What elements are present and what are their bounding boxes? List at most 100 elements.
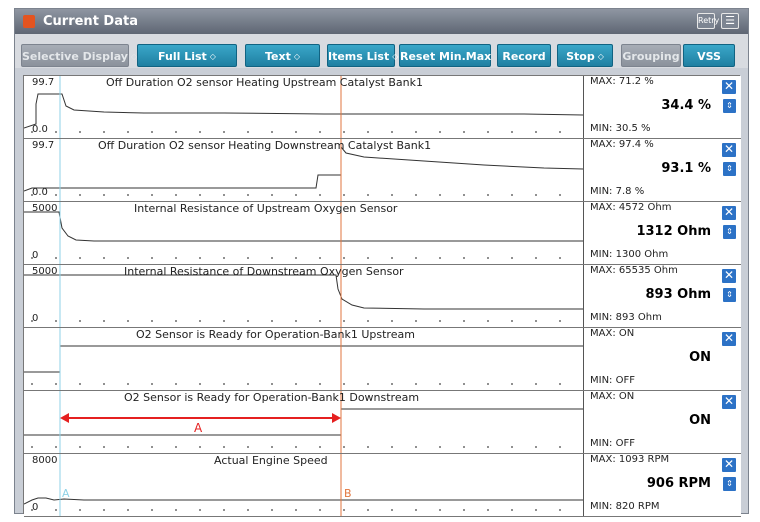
current-value: 906 RPM bbox=[646, 476, 711, 491]
sensor-title: Off Duration O2 sensor Heating Downstrea… bbox=[98, 139, 432, 152]
sensor-graph[interactable]: O2 Sensor is Ready for Operation-Bank1 U… bbox=[24, 328, 583, 390]
sensor-trace bbox=[24, 93, 583, 129]
annotation-arrowhead-right bbox=[332, 413, 341, 423]
sensor-values: MAX: 71.2 % 34.4 % MIN: 30.5 % ✕ ⇕ bbox=[583, 76, 741, 138]
sensor-title: O2 Sensor is Ready for Operation-Bank1 U… bbox=[136, 328, 415, 341]
y-axis-max-label: 5000 bbox=[32, 203, 58, 214]
sensor-graph[interactable]: Actual Engine Speed 8000 0 A B bbox=[24, 454, 583, 516]
max-value: MAX: ON bbox=[590, 391, 635, 402]
scale-adjust-icon[interactable]: ⇕ bbox=[723, 162, 736, 176]
sensor-title: O2 Sensor is Ready for Operation-Bank1 D… bbox=[124, 391, 420, 404]
min-value: MIN: 30.5 % bbox=[590, 123, 651, 134]
max-value: MAX: 97.4 % bbox=[590, 139, 654, 150]
current-data-window: Current Data Retry ☰ Selective Display ◇ … bbox=[14, 8, 749, 517]
y-axis-max-label: 99.7 bbox=[32, 140, 55, 151]
current-value: ON bbox=[689, 350, 711, 365]
annotation-arrowhead-left bbox=[60, 413, 69, 423]
sensor-values: MAX: 65535 Ohm 893 Ohm MIN: 893 Ohm ✕ ⇕ bbox=[583, 265, 741, 327]
min-value: MIN: 7.8 % bbox=[590, 186, 645, 197]
close-icon[interactable]: ✕ bbox=[722, 269, 736, 283]
current-value: 93.1 % bbox=[661, 161, 711, 176]
grouping-button[interactable]: Grouping bbox=[621, 44, 681, 67]
min-value: MIN: OFF bbox=[590, 438, 635, 449]
close-icon[interactable]: ✕ bbox=[722, 458, 736, 472]
sensor-panel-4: Internal Resistance of Downstream Oxygen… bbox=[24, 265, 741, 328]
y-axis-min-label: 0.0 bbox=[32, 187, 48, 198]
sensor-title: Internal Resistance of Upstream Oxygen S… bbox=[134, 202, 398, 215]
close-icon[interactable]: ✕ bbox=[722, 143, 736, 157]
sensor-panel-3: Internal Resistance of Upstream Oxygen S… bbox=[24, 202, 741, 265]
sensor-graph[interactable]: Internal Resistance of Upstream Oxygen S… bbox=[24, 202, 583, 264]
app-icon bbox=[23, 15, 35, 28]
max-value: MAX: ON bbox=[590, 328, 635, 339]
reset-min-max-button[interactable]: Reset Min.Max bbox=[399, 44, 491, 67]
sensor-panel-5: O2 Sensor is Ready for Operation-Bank1 U… bbox=[24, 328, 741, 391]
y-axis-max-label: 99.7 bbox=[32, 77, 55, 88]
sensor-values: MAX: 4572 Ohm 1312 Ohm MIN: 1300 Ohm ✕ ⇕ bbox=[583, 202, 741, 264]
max-value: MAX: 71.2 % bbox=[590, 76, 654, 87]
selective-display-button[interactable]: Selective Display ◇ bbox=[21, 44, 137, 67]
close-icon[interactable]: ✕ bbox=[722, 332, 736, 346]
sensor-graph[interactable]: Internal Resistance of Downstream Oxygen… bbox=[24, 265, 583, 327]
sensor-title: Off Duration O2 sensor Heating Upstream … bbox=[106, 76, 423, 89]
sensor-values: MAX: 1093 RPM 906 RPM MIN: 820 RPM ✕ ⇕ bbox=[583, 454, 741, 516]
y-axis-min-label: 0 bbox=[32, 502, 39, 513]
min-value: MIN: 1300 Ohm bbox=[590, 249, 669, 260]
text-button[interactable]: Text ◇ bbox=[245, 44, 320, 67]
current-value: 34.4 % bbox=[661, 98, 711, 113]
scale-adjust-icon[interactable]: ⇕ bbox=[723, 99, 736, 113]
max-value: MAX: 65535 Ohm bbox=[590, 265, 678, 276]
sensor-title: Internal Resistance of Downstream Oxygen… bbox=[124, 265, 404, 278]
sensor-trace bbox=[24, 497, 583, 505]
sensor-trace bbox=[24, 211, 583, 242]
sensor-trace bbox=[24, 274, 583, 310]
stop-button[interactable]: Stop ◇ bbox=[557, 44, 613, 67]
sensor-values: MAX: ON ON MIN: OFF ✕ bbox=[583, 328, 741, 390]
y-axis-min-label: 0.0 bbox=[32, 124, 48, 135]
vss-button[interactable]: VSS bbox=[683, 44, 735, 67]
record-button[interactable]: Record bbox=[497, 44, 551, 67]
cursor-a-label: A bbox=[62, 487, 70, 500]
sensor-values: MAX: 97.4 % 93.1 % MIN: 7.8 % ✕ ⇕ bbox=[583, 139, 741, 201]
full-list-button[interactable]: Full List ◇ bbox=[137, 44, 237, 67]
sensor-trace bbox=[24, 345, 583, 373]
y-axis-max-label: 5000 bbox=[32, 266, 58, 277]
y-axis-max-label: 8000 bbox=[32, 455, 58, 466]
sensor-panel-7: Actual Engine Speed 8000 0 A B MAX: 1093 RPM 9… bbox=[24, 454, 741, 517]
toolbar: Selective Display ◇ Full List ◇ Text ◇ Item… bbox=[15, 34, 748, 68]
data-grid: Off Duration O2 sensor Heating Upstream … bbox=[23, 75, 741, 517]
min-value: MIN: 893 Ohm bbox=[590, 312, 662, 323]
menu-icon[interactable]: ☰ bbox=[721, 13, 739, 29]
current-value: 893 Ohm bbox=[645, 287, 711, 302]
close-icon[interactable]: ✕ bbox=[722, 395, 736, 409]
sensor-graph[interactable]: O2 Sensor is Ready for Operation-Bank1 D… bbox=[24, 391, 583, 453]
sensor-graph[interactable]: Off Duration O2 sensor Heating Downstrea… bbox=[24, 139, 583, 201]
sensor-trace bbox=[24, 145, 583, 192]
min-value: MIN: 820 RPM bbox=[590, 501, 660, 512]
items-list-button[interactable]: Items List ◇ bbox=[327, 44, 398, 67]
sensor-values: MAX: ON ON MIN: OFF ✕ bbox=[583, 391, 741, 453]
scale-adjust-icon[interactable]: ⇕ bbox=[723, 225, 736, 239]
max-value: MAX: 1093 RPM bbox=[590, 454, 670, 465]
current-value: ON bbox=[689, 413, 711, 428]
retry-icon[interactable]: Retry bbox=[697, 13, 719, 29]
annotation-label: A bbox=[194, 421, 203, 435]
min-value: MIN: OFF bbox=[590, 375, 635, 386]
cursor-b-label: B bbox=[344, 487, 352, 500]
sensor-panel-1: Off Duration O2 sensor Heating Upstream … bbox=[24, 76, 741, 139]
close-icon[interactable]: ✕ bbox=[722, 206, 736, 220]
sensor-panel-6: O2 Sensor is Ready for Operation-Bank1 D… bbox=[24, 391, 741, 454]
window-title-bar: Current Data Retry ☰ bbox=[15, 9, 748, 34]
current-value: 1312 Ohm bbox=[636, 224, 711, 239]
close-icon[interactable]: ✕ bbox=[722, 80, 736, 94]
y-axis-min-label: 0 bbox=[32, 250, 39, 261]
window-title: Current Data bbox=[43, 14, 138, 29]
sensor-graph[interactable]: Off Duration O2 sensor Heating Upstream … bbox=[24, 76, 583, 138]
max-value: MAX: 4572 Ohm bbox=[590, 202, 672, 213]
sensor-title: Actual Engine Speed bbox=[214, 454, 328, 467]
scale-adjust-icon[interactable]: ⇕ bbox=[723, 288, 736, 302]
sensor-trace bbox=[24, 408, 583, 436]
y-axis-min-label: 0 bbox=[32, 313, 39, 324]
scale-adjust-icon[interactable]: ⇕ bbox=[723, 477, 736, 491]
sensor-panel-2: Off Duration O2 sensor Heating Downstrea… bbox=[24, 139, 741, 202]
